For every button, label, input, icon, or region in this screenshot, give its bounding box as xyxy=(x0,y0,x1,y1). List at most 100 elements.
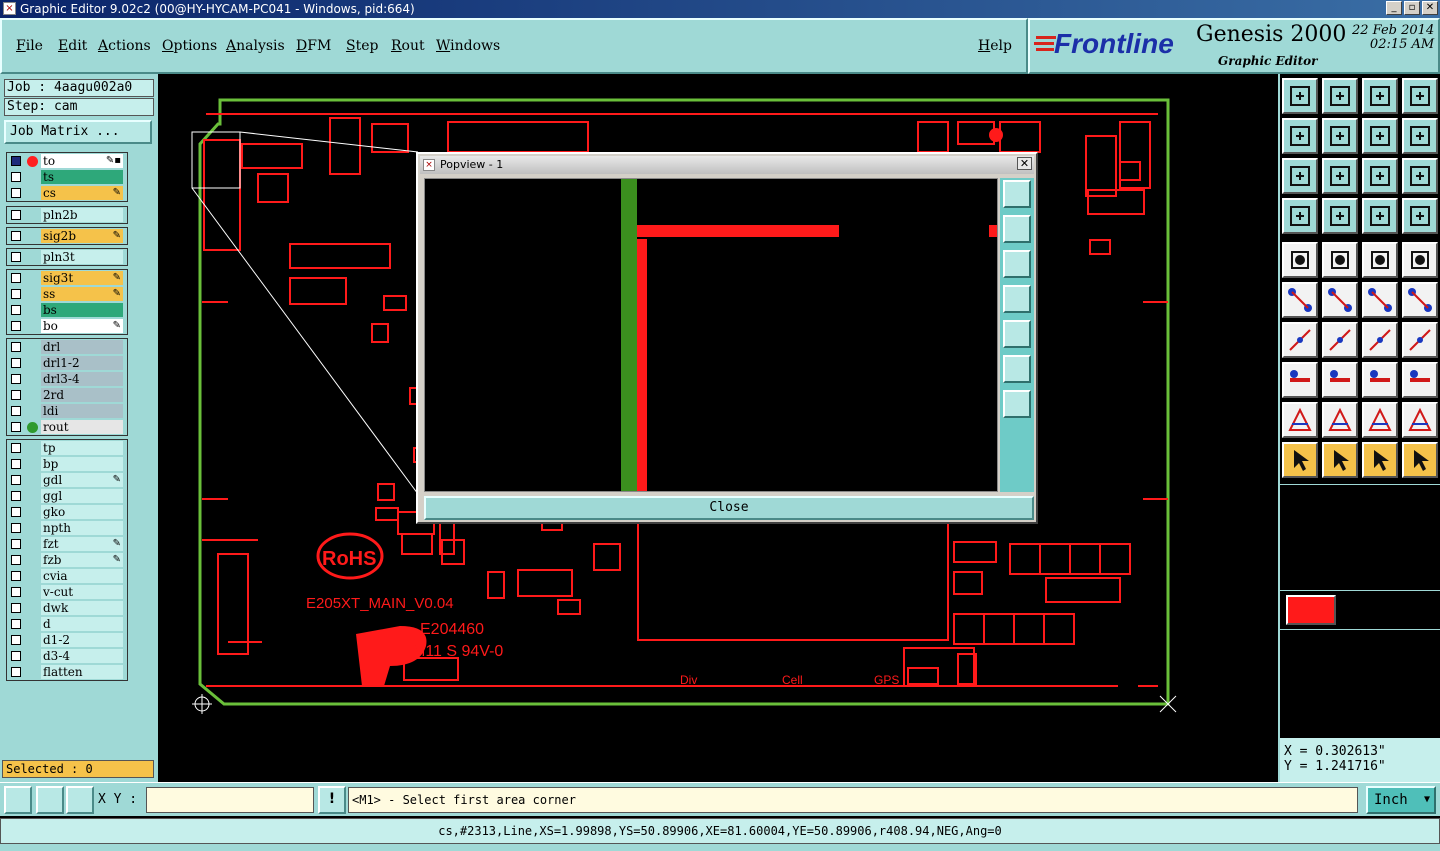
layer-checkbox[interactable] xyxy=(11,507,21,517)
layer-row-bs[interactable]: bs xyxy=(7,302,127,318)
layer-name[interactable]: ss ✎ xyxy=(41,287,123,301)
layer-name[interactable]: sig2b ✎ xyxy=(41,229,123,243)
job-matrix-button[interactable]: Job Matrix ... xyxy=(4,120,152,144)
window-layout-icon[interactable] xyxy=(1402,78,1438,114)
layer-row-ldi[interactable]: ldi xyxy=(7,403,127,419)
layer-row-fzt[interactable]: fzt ✎ xyxy=(7,536,127,552)
menu-actions[interactable]: Actions xyxy=(98,38,151,54)
pointer-circle-icon[interactable] xyxy=(1362,442,1398,478)
triangle-3-icon[interactable] xyxy=(1362,402,1398,438)
layer-row-pln3t[interactable]: pln3t xyxy=(7,249,127,265)
grid-mode-icon[interactable] xyxy=(66,786,94,814)
minimize-button[interactable]: _ xyxy=(1386,1,1402,15)
layer-name[interactable]: ggl xyxy=(41,489,123,503)
layer-checkbox[interactable] xyxy=(11,603,21,613)
layer-checkbox[interactable] xyxy=(11,587,21,597)
layer-row-tp[interactable]: tp xyxy=(7,440,127,456)
layer-checkbox[interactable] xyxy=(11,156,21,166)
menu-options[interactable]: Options xyxy=(162,38,217,54)
popview-close-icon[interactable]: ✕ xyxy=(1017,157,1032,170)
layer-name[interactable]: gdl ✎ xyxy=(41,473,123,487)
layer-row-fzb[interactable]: fzb ✎ xyxy=(7,552,127,568)
layer-checkbox[interactable] xyxy=(11,374,21,384)
warning-button[interactable]: ! xyxy=(318,786,346,814)
layer-name[interactable]: drl3-4 xyxy=(41,372,123,386)
layer-row-rout[interactable]: rout xyxy=(7,419,127,435)
layer-checkbox[interactable] xyxy=(11,539,21,549)
move-node-icon[interactable] xyxy=(1362,282,1398,318)
triangle-4-icon[interactable] xyxy=(1402,402,1438,438)
delete-node-icon[interactable] xyxy=(1322,282,1358,318)
layer-row-cvia[interactable]: cvia xyxy=(7,568,127,584)
redraw-icon[interactable] xyxy=(1402,118,1438,154)
measure-tool-icon[interactable] xyxy=(1282,198,1318,234)
help-icon[interactable] xyxy=(1402,158,1438,194)
layer-name[interactable]: cs ✎ xyxy=(41,186,123,200)
zoom-1to1-icon[interactable] xyxy=(1362,158,1398,194)
units-selector[interactable]: Inch ▼ xyxy=(1366,786,1436,814)
layer-row-ss[interactable]: ss ✎ xyxy=(7,286,127,302)
layer-row-gko[interactable]: gko xyxy=(7,504,127,520)
layer-name[interactable]: pln3t xyxy=(41,250,123,264)
measure-mode-icon[interactable] xyxy=(36,786,64,814)
layer-color-swatch[interactable] xyxy=(1286,595,1336,625)
layer-checkbox[interactable] xyxy=(11,188,21,198)
popview-canvas[interactable] xyxy=(424,178,998,492)
close-button[interactable]: ✕ xyxy=(1422,1,1438,15)
popview-close-button[interactable]: Close xyxy=(424,496,1034,520)
snap-on-icon[interactable] xyxy=(1362,198,1398,234)
layer-row-drl1-2[interactable]: drl1-2 xyxy=(7,355,127,371)
layer-name[interactable]: rout xyxy=(41,420,123,434)
layer-row-2rd[interactable]: 2rd xyxy=(7,387,127,403)
layer-row-bp[interactable]: bp xyxy=(7,456,127,472)
layer-checkbox[interactable] xyxy=(11,619,21,629)
layer-checkbox[interactable] xyxy=(11,475,21,485)
layer-row-bo[interactable]: bo ✎ xyxy=(7,318,127,334)
layer-checkbox[interactable] xyxy=(11,571,21,581)
layer-row-drl3-4[interactable]: drl3-4 xyxy=(7,371,127,387)
layer-name[interactable]: drl1-2 xyxy=(41,356,123,370)
add-node-icon[interactable] xyxy=(1402,282,1438,318)
layer-row-d1-2[interactable]: d1-2 xyxy=(7,632,127,648)
layer-name[interactable]: ts xyxy=(41,170,123,184)
pan-left-icon[interactable] xyxy=(1282,118,1318,154)
layer-name[interactable]: pln2b xyxy=(41,208,123,222)
layer-row-v-cut[interactable]: v-cut xyxy=(7,584,127,600)
layer-name[interactable]: flatten xyxy=(41,665,123,679)
layer-checkbox[interactable] xyxy=(11,210,21,220)
layer-name[interactable]: cvia xyxy=(41,569,123,583)
line-add-icon[interactable] xyxy=(1322,362,1358,398)
snap-off-icon[interactable] xyxy=(1402,198,1438,234)
layer-row-cs[interactable]: cs ✎ xyxy=(7,185,127,201)
fill-tool-icon[interactable] xyxy=(1402,322,1438,358)
triangle-2-icon[interactable] xyxy=(1322,402,1358,438)
menu-help[interactable]: Help xyxy=(978,38,1012,54)
pv-pan-down-icon[interactable] xyxy=(1003,250,1031,278)
layer-checkbox[interactable] xyxy=(11,305,21,315)
connect-icon[interactable] xyxy=(1282,282,1318,318)
ruler-icon[interactable] xyxy=(1362,242,1398,278)
layer-name[interactable]: bo ✎ xyxy=(41,319,123,333)
maximize-button[interactable]: ▫ xyxy=(1404,1,1420,15)
save-icon[interactable] xyxy=(1322,78,1358,114)
menu-windows[interactable]: Windows xyxy=(436,38,500,54)
pv-pan-left-icon[interactable] xyxy=(1003,285,1031,313)
layer-row-sig2b[interactable]: sig2b ✎ xyxy=(7,228,127,244)
layer-row-sig3t[interactable]: sig3t ✎ xyxy=(7,270,127,286)
layer-checkbox[interactable] xyxy=(11,651,21,661)
layer-name[interactable]: bp xyxy=(41,457,123,471)
grid-toggle-icon[interactable] xyxy=(1322,198,1358,234)
snap-mode-icon[interactable] xyxy=(4,786,32,814)
layer-row-flatten[interactable]: flatten xyxy=(7,664,127,680)
layer-row-drl[interactable]: drl xyxy=(7,339,127,355)
layer-row-npth[interactable]: npth xyxy=(7,520,127,536)
pv-pan-right-icon[interactable] xyxy=(1003,320,1031,348)
layer-checkbox[interactable] xyxy=(11,443,21,453)
home-icon[interactable] xyxy=(1362,78,1398,114)
layer-checkbox[interactable] xyxy=(11,523,21,533)
pv-zoom-home-icon[interactable] xyxy=(1003,180,1031,208)
layer-name[interactable]: to ✎▪ xyxy=(41,154,123,168)
pan-right-icon[interactable] xyxy=(1322,118,1358,154)
dimension-icon[interactable] xyxy=(1362,362,1398,398)
layer-name[interactable]: npth xyxy=(41,521,123,535)
